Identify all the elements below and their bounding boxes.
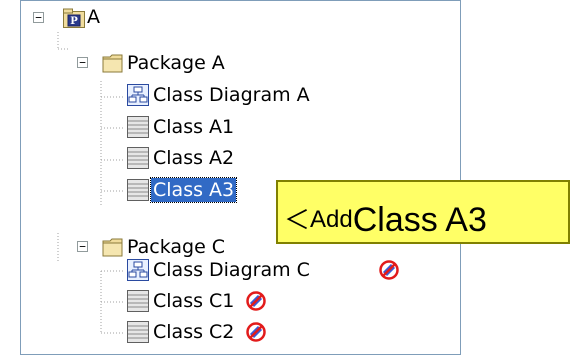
class-icon [127, 116, 149, 138]
tree-label-class-a2: Class A2 [153, 147, 235, 169]
tree-label-class-a1: Class A1 [153, 116, 235, 138]
collapse-toggle-root[interactable]: − [33, 12, 44, 23]
tree-label-class-c1: Class C1 [153, 290, 235, 312]
class-icon [127, 179, 149, 201]
collapse-toggle-package-c[interactable]: − [77, 241, 88, 252]
not-editable-icon [379, 260, 399, 280]
tree-label-root: A [87, 6, 100, 28]
folder-icon [102, 238, 123, 257]
folder-icon [102, 54, 123, 73]
class-icon [127, 290, 149, 312]
collapse-toggle-package-a[interactable]: − [77, 57, 88, 68]
model-tree-panel[interactable]: − P A − Package A Class Diagram A Class … [20, 0, 461, 355]
not-editable-icon [246, 322, 266, 342]
tree-label-class-a3: Class A3 [149, 177, 238, 203]
class-icon [127, 321, 149, 343]
class-diagram-icon [127, 259, 149, 281]
callout-marker: ＜ [284, 205, 311, 235]
tree-label-class-diagram-c: Class Diagram C [153, 259, 310, 281]
class-diagram-icon [127, 84, 149, 106]
tree-row-class-diagram-c[interactable]: Class Diagram C [21, 256, 441, 284]
package-badge-icon: P [63, 8, 85, 28]
annotation-callout: ＜ Add Class A3 [276, 180, 570, 244]
not-editable-icon [246, 291, 266, 311]
tree-row-class-c1[interactable]: Class C1 [21, 287, 441, 315]
tree-label-class-diagram-a: Class Diagram A [153, 84, 310, 106]
class-icon [127, 147, 149, 169]
tree-label-package-a: Package A [127, 52, 225, 74]
tree-label-class-c2: Class C2 [153, 321, 235, 343]
tree-row-class-a1[interactable]: Class A1 [21, 113, 321, 141]
callout-text-target: Class A3 [352, 201, 487, 239]
tree-row-class-c2[interactable]: Class C2 [21, 318, 441, 346]
package-badge-letter: P [70, 16, 78, 27]
tree-row-class-diagram-a[interactable]: Class Diagram A [21, 81, 321, 109]
tree-row-root[interactable]: − P A [21, 3, 221, 31]
tree-row-package-a[interactable]: − Package A [21, 49, 321, 77]
callout-text-verb: Add [310, 206, 353, 233]
tree-row-class-a2[interactable]: Class A2 [21, 144, 321, 172]
